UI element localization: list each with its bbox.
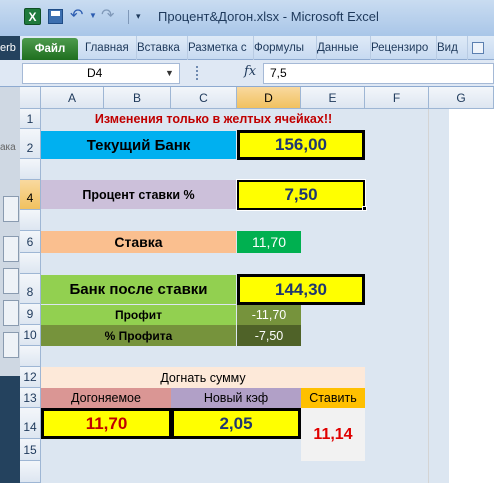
dropdown-icon[interactable]: ▾ [136,8,146,24]
row-header-1[interactable]: 1 [20,109,41,129]
tab-insert[interactable]: Вставка [133,36,188,60]
tab-page-layout[interactable]: Разметка с [184,36,254,60]
column-header-c[interactable]: C [171,87,237,109]
cell-stake-value[interactable]: 11,70 [237,231,301,253]
cell-bet-value[interactable]: 11,14 [301,408,365,461]
fill-handle[interactable] [362,206,367,211]
cell-profit-percent-label[interactable]: % Профита [41,325,236,346]
column-header-b[interactable]: B [104,87,171,109]
cell-profit-percent-value[interactable]: -7,50 [237,325,301,346]
insert-function-icon[interactable]: fx [244,64,256,79]
tab-view[interactable]: Вид [433,36,468,60]
cell-current-bank-label[interactable]: Текущий Банк [41,131,236,159]
cell-catch-up-header[interactable]: Догнать сумму [41,367,365,388]
cell-bank-after-label[interactable]: Банк после ставки [41,275,236,304]
row-header-14[interactable]: 14 [20,408,41,439]
column-header-d[interactable]: D [237,87,301,109]
background-button [3,332,19,358]
save-icon[interactable] [48,9,63,24]
row-header-16[interactable] [20,461,41,483]
background-text: ака [0,142,16,153]
formula-input[interactable]: 7,5 [263,63,494,84]
row-header-6[interactable]: 6 [20,231,41,253]
cell-new-odds-value[interactable]: 2,05 [171,408,301,439]
column-header-g[interactable]: G [429,87,494,109]
cell-current-bank-value[interactable]: 156,00 [237,130,365,160]
cell-rate-percent-label[interactable]: Процент ставки % [41,180,236,209]
formula-bar-grip-icon[interactable] [196,66,199,80]
separator [128,10,129,24]
name-box-value: D4 [87,66,103,80]
gridline [428,109,429,483]
row-header-5[interactable] [20,210,41,231]
cell-profit-label[interactable]: Профит [41,305,236,325]
background-button [3,196,19,222]
tab-file[interactable]: Файл [22,38,78,60]
row-header-4[interactable]: 4 [20,180,41,210]
spreadsheet-grid[interactable]: A B C D E F G 1 2 4 6 8 9 10 12 13 14 15… [20,87,494,483]
column-header-e[interactable]: E [301,87,365,109]
row-header-15[interactable]: 15 [20,439,41,461]
select-all-corner[interactable] [20,87,41,109]
row-header-8[interactable]: 8 [20,274,41,304]
formula-bar: D4 ▼ fx 7,5 [0,60,494,87]
row-header-3[interactable] [20,159,41,180]
cell-bank-after-value[interactable]: 144,30 [237,274,365,305]
cell-rate-percent-value[interactable]: 7,50 [236,179,366,211]
row-header-9[interactable]: 9 [20,304,41,325]
excel-icon[interactable]: X [24,8,41,25]
ribbon-tab-bar: Файл Главная Вставка Разметка с Формулы … [0,36,494,60]
column-header-a[interactable]: A [41,87,104,109]
background-button [3,300,19,326]
background-button [3,236,19,262]
undo-dropdown-icon[interactable]: ▼ [89,8,97,24]
background-window-fragment: erb ака [0,36,20,483]
cell-profit-value[interactable]: -11,70 [237,305,301,325]
name-box[interactable]: D4 ▼ [22,63,180,84]
tab-data[interactable]: Данные [313,36,371,60]
redo-icon[interactable]: ↷ [101,6,119,26]
row-header-13[interactable]: 13 [20,388,41,408]
cell-stake-label[interactable]: Ставка [41,231,236,253]
background-button [3,268,19,294]
tab-review[interactable]: Рецензиро [367,36,437,60]
row-header-10[interactable]: 10 [20,325,41,346]
tab-home[interactable]: Главная [81,36,137,60]
undo-icon[interactable]: ↶ [70,6,88,26]
minimize-ribbon-icon[interactable] [472,42,484,54]
row-header-11[interactable] [20,346,41,367]
tab-formulas[interactable]: Формулы [250,36,317,60]
cell-note[interactable]: Изменения только в желтых ячейках!! [41,109,386,129]
cell-bet-header[interactable]: Ставить [301,388,365,408]
name-box-dropdown-icon[interactable]: ▼ [165,64,174,83]
cell-chasing-amount-header[interactable]: Догоняемое [41,388,171,408]
background-text: erb [0,42,16,54]
cell-new-odds-header[interactable]: Новый кэф [171,388,301,408]
row-header-7[interactable] [20,253,41,274]
cell-chasing-amount-value[interactable]: 11,70 [41,408,172,439]
title-bar: X ↶ ▼ ↷ ▾ Процент&Догон.xlsx - Microsoft… [0,0,494,36]
window-title: Процент&Догон.xlsx - Microsoft Excel [158,9,379,24]
row-header-12[interactable]: 12 [20,367,41,388]
row-header-2[interactable]: 2 [20,129,41,159]
column-header-f[interactable]: F [365,87,429,109]
